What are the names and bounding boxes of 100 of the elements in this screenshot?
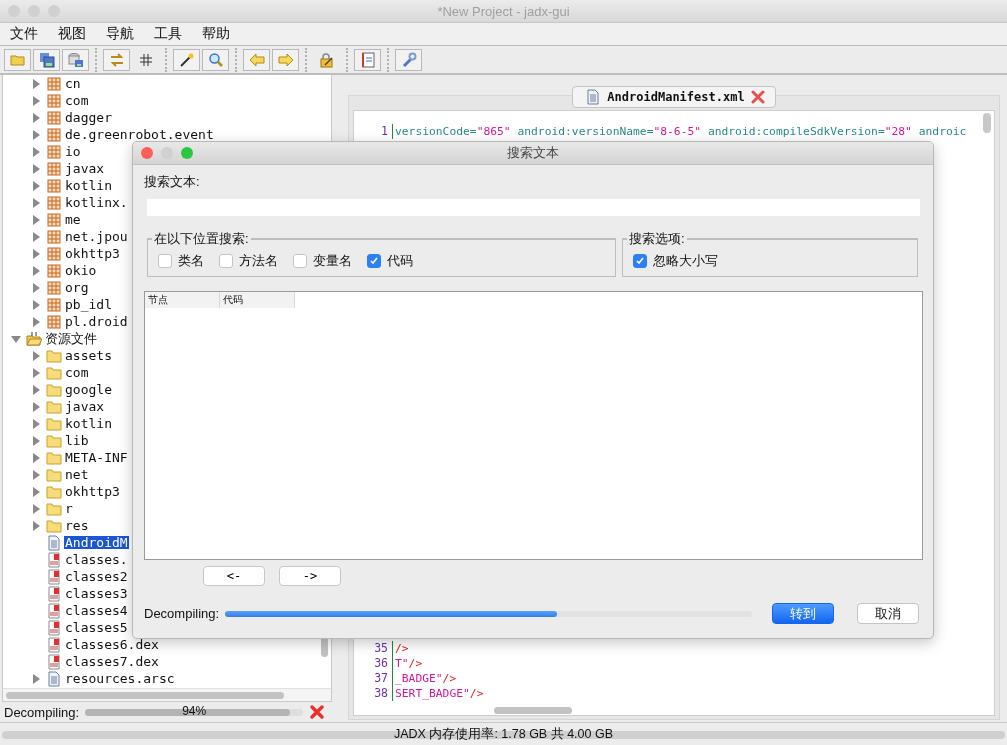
go-button[interactable]: 转到 [772, 603, 834, 624]
checkbox[interactable] [293, 253, 307, 268]
package-icon [46, 143, 62, 160]
tree-item[interactable]: AndroidM [64, 536, 129, 549]
cancel-icon[interactable] [309, 704, 326, 720]
menu-item[interactable]: 工具 [147, 25, 189, 43]
close-button[interactable] [141, 147, 153, 159]
collapsed-arrow-icon[interactable] [31, 146, 41, 157]
close-icon[interactable] [750, 90, 765, 104]
collapsed-arrow-icon[interactable] [31, 197, 41, 208]
toolbar-button[interactable] [395, 48, 422, 71]
collapsed-arrow-icon[interactable] [31, 299, 41, 310]
tree-item[interactable]: okio [64, 264, 98, 277]
menu-item[interactable]: 导航 [99, 25, 141, 43]
tree-item[interactable]: io [64, 145, 82, 158]
tree-item[interactable]: kotlin [64, 417, 113, 430]
scrollbar-thumb[interactable] [6, 691, 284, 699]
menu-item[interactable]: 帮助 [195, 25, 237, 43]
tree-item[interactable]: google [64, 383, 113, 396]
toolbar-button[interactable] [173, 48, 200, 71]
grid-icon [137, 51, 154, 68]
tree-item[interactable]: net [64, 468, 90, 481]
menu-item[interactable]: 视图 [51, 25, 93, 43]
collapsed-arrow-icon[interactable] [31, 367, 41, 378]
checkbox[interactable] [633, 253, 647, 268]
collapsed-arrow-icon[interactable] [31, 214, 41, 225]
checkbox[interactable] [367, 253, 381, 268]
tree-item[interactable]: classes6.dex [64, 638, 160, 651]
collapsed-arrow-icon[interactable] [31, 435, 41, 446]
tree-item[interactable]: classes4 [64, 604, 129, 617]
tree-item[interactable]: okhttp3 [64, 247, 121, 260]
tree-item[interactable]: com [64, 366, 90, 379]
tree-item[interactable]: r [64, 502, 74, 515]
checkbox[interactable] [158, 253, 172, 268]
collapsed-arrow-icon[interactable] [31, 452, 41, 463]
tree-item[interactable]: kotlinx. [64, 196, 129, 209]
zoom-button[interactable] [181, 147, 193, 159]
collapsed-arrow-icon[interactable] [31, 503, 41, 514]
tree-item[interactable]: classes5 [64, 621, 129, 634]
folder-icon [46, 449, 62, 466]
editor-tab[interactable]: AndroidManifest.xml [572, 86, 776, 108]
package-icon [46, 109, 62, 126]
collapsed-arrow-icon[interactable] [31, 231, 41, 242]
tree-item[interactable]: classes3 [64, 587, 129, 600]
collapsed-arrow-icon[interactable] [31, 673, 41, 684]
collapsed-arrow-icon[interactable] [31, 469, 41, 480]
checkbox[interactable] [219, 253, 233, 268]
tree-item[interactable]: classes. [64, 553, 129, 566]
collapsed-arrow-icon[interactable] [31, 95, 41, 106]
collapsed-arrow-icon[interactable] [31, 418, 41, 429]
tree-item[interactable]: res [64, 519, 90, 532]
tree-item[interactable]: pl.droid [64, 315, 129, 328]
scrollbar-thumb[interactable] [983, 113, 991, 133]
collapsed-arrow-icon[interactable] [31, 248, 41, 259]
tree-item[interactable]: pb_idl [64, 298, 113, 311]
next-button[interactable]: -> [279, 566, 341, 586]
tree-item[interactable]: me [64, 213, 82, 226]
cancel-button[interactable]: 取消 [857, 603, 919, 624]
column-header[interactable]: 代码 [220, 292, 295, 308]
collapsed-arrow-icon[interactable] [31, 401, 41, 412]
tree-item[interactable]: net.jpou [64, 230, 129, 243]
expanded-arrow-icon[interactable] [11, 333, 21, 344]
collapsed-arrow-icon[interactable] [31, 112, 41, 123]
collapsed-arrow-icon[interactable] [31, 316, 41, 327]
tree-item[interactable]: com [64, 94, 90, 107]
toolbar-button[interactable] [202, 48, 229, 71]
collapsed-arrow-icon[interactable] [31, 282, 41, 293]
tree-item[interactable]: org [64, 281, 90, 294]
tree-item[interactable]: classes7.dex [64, 655, 160, 668]
previous-button[interactable]: <- [203, 566, 265, 586]
toolbar-button[interactable] [33, 48, 60, 71]
collapsed-arrow-icon[interactable] [31, 180, 41, 191]
tree-item[interactable]: dagger [64, 111, 113, 124]
tree-item[interactable]: classes2 [64, 570, 129, 583]
tree-item[interactable]: kotlin [64, 179, 113, 192]
collapsed-arrow-icon[interactable] [31, 129, 41, 140]
collapsed-arrow-icon[interactable] [31, 384, 41, 395]
menu-item[interactable]: 文件 [3, 25, 45, 43]
tree-item[interactable]: assets [64, 349, 113, 362]
package-icon [46, 245, 62, 262]
collapsed-arrow-icon[interactable] [31, 486, 41, 497]
collapsed-arrow-icon[interactable] [31, 78, 41, 89]
tree-item[interactable]: META-INF [64, 451, 129, 464]
collapsed-arrow-icon[interactable] [31, 520, 41, 531]
toolbar-button[interactable] [62, 48, 89, 71]
folder-icon [46, 381, 62, 398]
scrollbar-thumb[interactable] [494, 706, 572, 714]
tree-item[interactable]: javax [64, 162, 106, 175]
column-header[interactable]: 节点 [145, 292, 220, 308]
collapsed-arrow-icon[interactable] [31, 265, 41, 276]
tree-item[interactable]: okhttp3 [64, 485, 121, 498]
tree-item[interactable]: resources.arsc [64, 672, 176, 685]
toolbar-button[interactable] [354, 48, 381, 71]
tree-item[interactable]: javax [64, 400, 106, 413]
tree-item[interactable]: de.greenrobot.event [64, 128, 215, 141]
collapsed-arrow-icon[interactable] [31, 350, 41, 361]
collapsed-arrow-icon[interactable] [31, 163, 41, 174]
tree-item[interactable]: lib [64, 434, 90, 447]
tree-item[interactable]: cn [64, 77, 82, 90]
tree-item[interactable]: 资源文件 [44, 332, 98, 345]
